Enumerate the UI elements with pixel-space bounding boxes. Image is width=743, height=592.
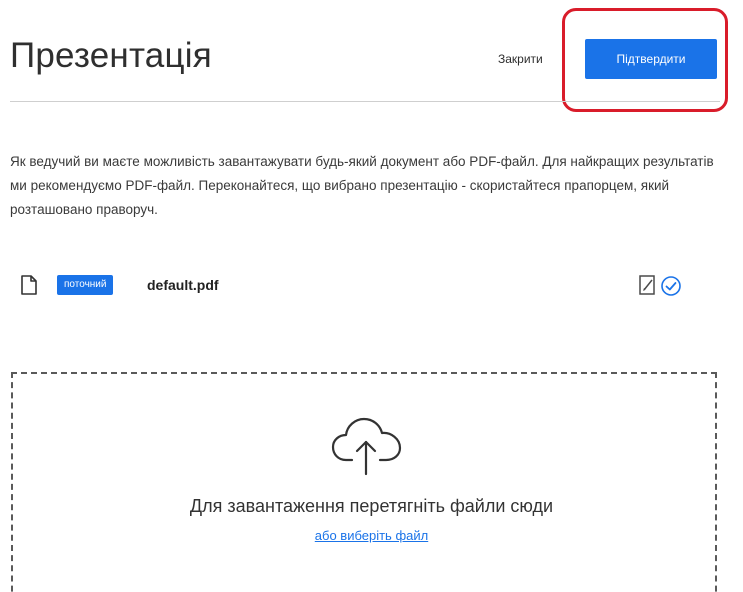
file-list-item: поточний default.pdf (20, 273, 720, 299)
page-title: Презентація (10, 36, 212, 75)
current-badge: поточний (57, 275, 114, 295)
document-edit-icon[interactable] (638, 273, 658, 297)
cloud-upload-icon (331, 417, 402, 476)
instructions-text: Як ведучий ви маєте можливість завантажу… (10, 154, 714, 217)
confirm-button[interactable]: Підтвердити (585, 39, 717, 79)
close-button[interactable]: Закрити (498, 52, 543, 66)
file-icon (21, 275, 37, 295)
header-divider (10, 101, 720, 102)
check-circle-icon[interactable] (660, 275, 682, 297)
browse-file-link-wrapper: або виберіть файл (0, 528, 743, 543)
file-dropzone[interactable] (11, 372, 717, 592)
file-name: default.pdf (147, 277, 219, 293)
dropzone-text: Для завантаження перетягніть файли сюди (189, 496, 554, 516)
browse-file-link[interactable]: або виберіть файл (315, 528, 428, 543)
presentation-upload-dialog: Презентація Закрити Підтвердити Як ведуч… (0, 0, 743, 592)
